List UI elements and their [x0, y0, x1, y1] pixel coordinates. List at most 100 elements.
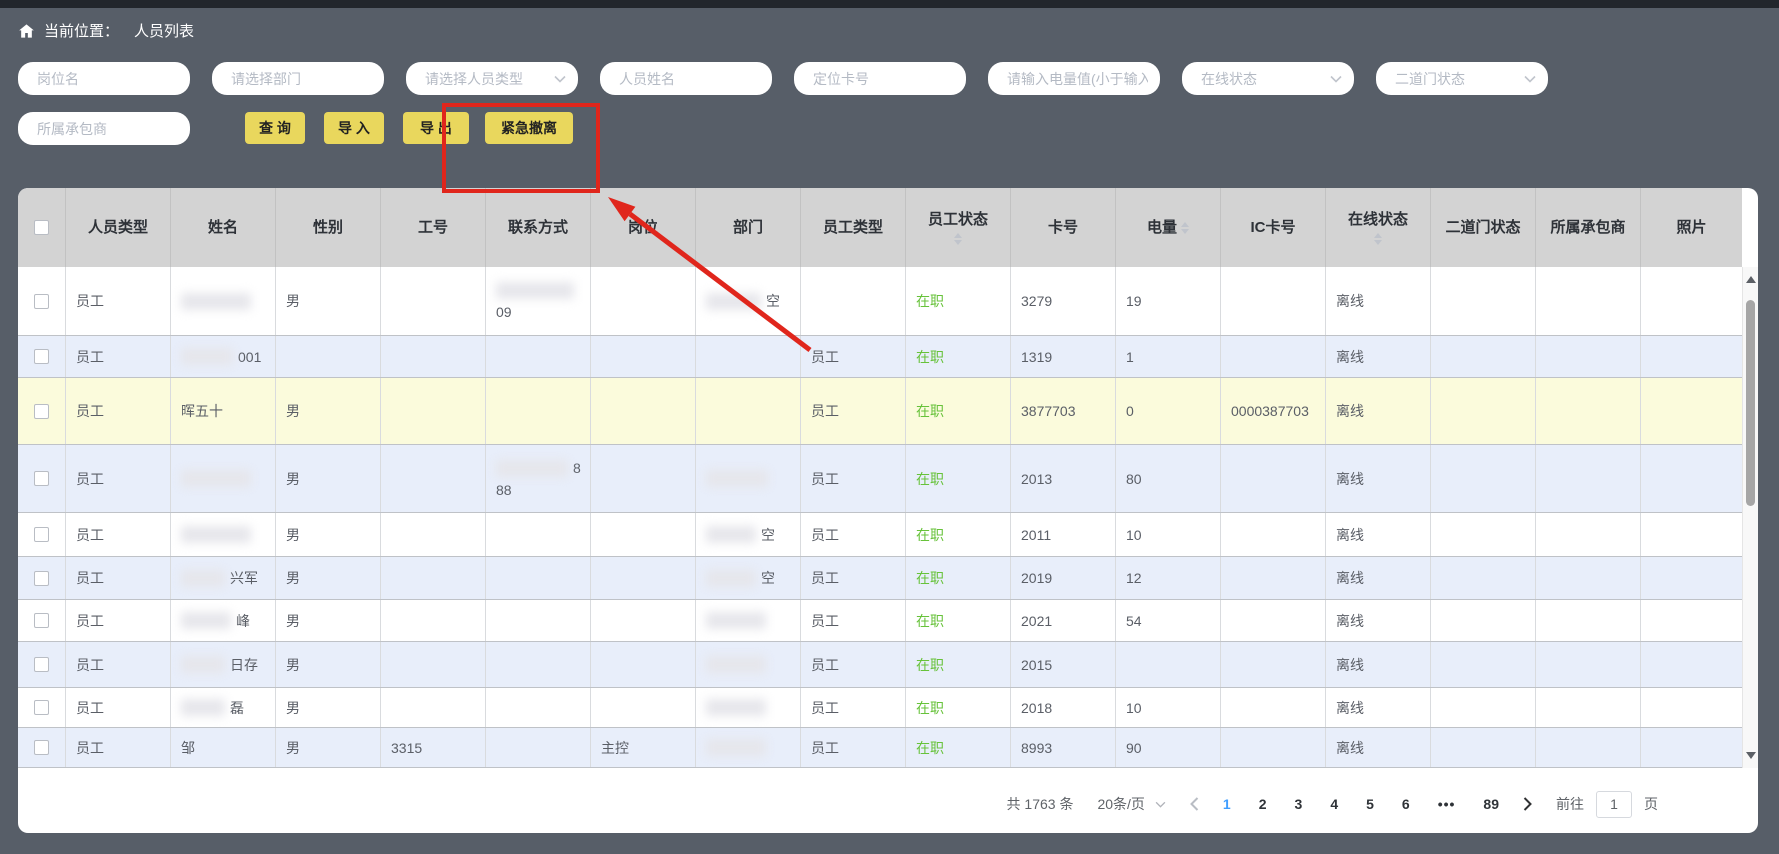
cell-post — [591, 642, 696, 687]
row-checkbox[interactable] — [34, 471, 49, 486]
page-size-select[interactable]: 20条/页 — [1097, 794, 1165, 814]
page-number-1[interactable]: 1 — [1223, 796, 1231, 812]
cell-personType: 员工 — [66, 336, 171, 377]
table-row: 员工日存男员工在职2015离线 — [18, 642, 1742, 688]
post-name-input[interactable]: 岗位名 — [18, 62, 190, 95]
cell-checkbox — [18, 600, 66, 641]
blurred-text — [496, 460, 568, 477]
cell-contractor — [1536, 267, 1641, 335]
header-door: 二道门状态 — [1431, 188, 1536, 267]
row-checkbox[interactable] — [34, 404, 49, 419]
table-row: 员工晖五十男员工在职387770300000387703离线 — [18, 378, 1742, 445]
cell-online: 离线 — [1326, 336, 1431, 377]
blurred-text — [706, 526, 756, 543]
table-row: 员工男888员工在职201380离线 — [18, 445, 1742, 513]
cell-battery: 90 — [1116, 728, 1221, 767]
vertical-scrollbar[interactable] — [1742, 267, 1758, 768]
page-number-5[interactable]: 5 — [1366, 796, 1374, 812]
locator-card-placeholder: 定位卡号 — [813, 69, 954, 89]
department-input[interactable]: 请选择部门 — [212, 62, 384, 95]
sort-carets-icon[interactable] — [1374, 233, 1382, 245]
cell-online: 离线 — [1326, 600, 1431, 641]
select-all-checkbox[interactable] — [34, 220, 49, 235]
cell-battery: 0 — [1116, 378, 1221, 444]
chevron-down-icon — [554, 75, 566, 83]
cell-name: 001 — [171, 336, 276, 377]
annotation-red-arrow — [598, 192, 823, 360]
header-select-all[interactable] — [18, 188, 66, 267]
page-number-89[interactable]: 89 — [1483, 796, 1499, 812]
row-checkbox[interactable] — [34, 294, 49, 309]
scroll-up-icon[interactable] — [1746, 276, 1756, 283]
cell-contact — [486, 688, 591, 727]
cell-battery: 80 — [1116, 445, 1221, 512]
header-online[interactable]: 在线状态 — [1326, 188, 1431, 267]
header-battery[interactable]: 电量 — [1116, 188, 1221, 267]
blurred-text — [181, 612, 231, 629]
row-checkbox[interactable] — [34, 527, 49, 542]
cell-contact — [486, 513, 591, 556]
header-empStatus[interactable]: 员工状态 — [906, 188, 1011, 267]
row-checkbox[interactable] — [34, 740, 49, 755]
cell-photo — [1641, 600, 1742, 641]
scroll-down-icon[interactable] — [1746, 752, 1756, 759]
contractor-input[interactable]: 所属承包商 — [18, 112, 190, 145]
cell-name: 峰 — [171, 600, 276, 641]
cell-empStatus: 在职 — [906, 728, 1011, 767]
cell-icCard — [1221, 642, 1326, 687]
cell-post — [591, 557, 696, 599]
door-status-placeholder: 二道门状态 — [1395, 69, 1524, 89]
table-body: 员工男09空在职327919离线员工001员工在职13191离线员工晖五十男员工… — [18, 267, 1758, 768]
cell-empType: 员工 — [801, 728, 906, 767]
header-cardNo: 卡号 — [1011, 188, 1116, 267]
cell-dept — [696, 378, 801, 444]
page-number-4[interactable]: 4 — [1330, 796, 1338, 812]
cell-photo — [1641, 728, 1742, 767]
row-checkbox[interactable] — [34, 700, 49, 715]
cell-empType: 员工 — [801, 445, 906, 512]
cell-empStatus: 在职 — [906, 336, 1011, 377]
row-checkbox[interactable] — [34, 613, 49, 628]
page-number-3[interactable]: 3 — [1295, 796, 1303, 812]
total-count: 共 1763 条 — [1007, 794, 1074, 814]
scrollbar-thumb[interactable] — [1746, 300, 1755, 506]
next-page-icon[interactable] — [1523, 797, 1532, 811]
cell-door — [1431, 378, 1536, 444]
page-ellipsis[interactable]: ••• — [1438, 796, 1456, 812]
page-numbers: 1 2 3 4 5 6 ••• 89 — [1223, 796, 1499, 812]
top-strip — [0, 0, 1779, 8]
search-button[interactable]: 查 询 — [245, 112, 305, 144]
filter-row-2: 所属承包商 — [18, 112, 190, 145]
page-number-2[interactable]: 2 — [1259, 796, 1267, 812]
sort-carets-icon[interactable] — [1181, 222, 1189, 234]
table-row: 员工男09空在职327919离线 — [18, 267, 1742, 336]
import-button[interactable]: 导 入 — [324, 112, 384, 144]
person-type-select[interactable]: 请选择人员类型 — [406, 62, 578, 95]
blurred-text — [706, 699, 766, 716]
prev-page-icon[interactable] — [1190, 797, 1199, 811]
person-name-input[interactable]: 人员姓名 — [600, 62, 772, 95]
cell-workNo — [381, 267, 486, 335]
breadcrumb: 当前位置： 人员列表 — [18, 20, 194, 41]
blurred-text — [706, 656, 766, 673]
cell-sex: 男 — [276, 513, 381, 556]
table-row: 员工邹男3315主控员工在职899390离线 — [18, 728, 1742, 768]
cell-dept — [696, 445, 801, 512]
goto-page-input[interactable] — [1596, 791, 1632, 818]
sort-carets-icon[interactable] — [954, 233, 962, 245]
table-row: 员工兴军男空员工在职201912离线 — [18, 557, 1742, 600]
row-checkbox[interactable] — [34, 571, 49, 586]
personnel-list-page: 当前位置： 人员列表 岗位名 请选择部门 请选择人员类型 人员姓名 定位卡号 请… — [0, 0, 1779, 854]
online-status-select[interactable]: 在线状态 — [1182, 62, 1354, 95]
cell-checkbox — [18, 267, 66, 335]
cell-post: 主控 — [591, 728, 696, 767]
row-checkbox[interactable] — [34, 349, 49, 364]
door-status-select[interactable]: 二道门状态 — [1376, 62, 1548, 95]
cell-checkbox — [18, 378, 66, 444]
cell-sex: 男 — [276, 688, 381, 727]
blurred-text — [181, 656, 225, 673]
row-checkbox[interactable] — [34, 657, 49, 672]
page-number-6[interactable]: 6 — [1402, 796, 1410, 812]
locator-card-input[interactable]: 定位卡号 — [794, 62, 966, 95]
battery-value-input[interactable]: 请输入电量值(小于输入) — [988, 62, 1160, 95]
